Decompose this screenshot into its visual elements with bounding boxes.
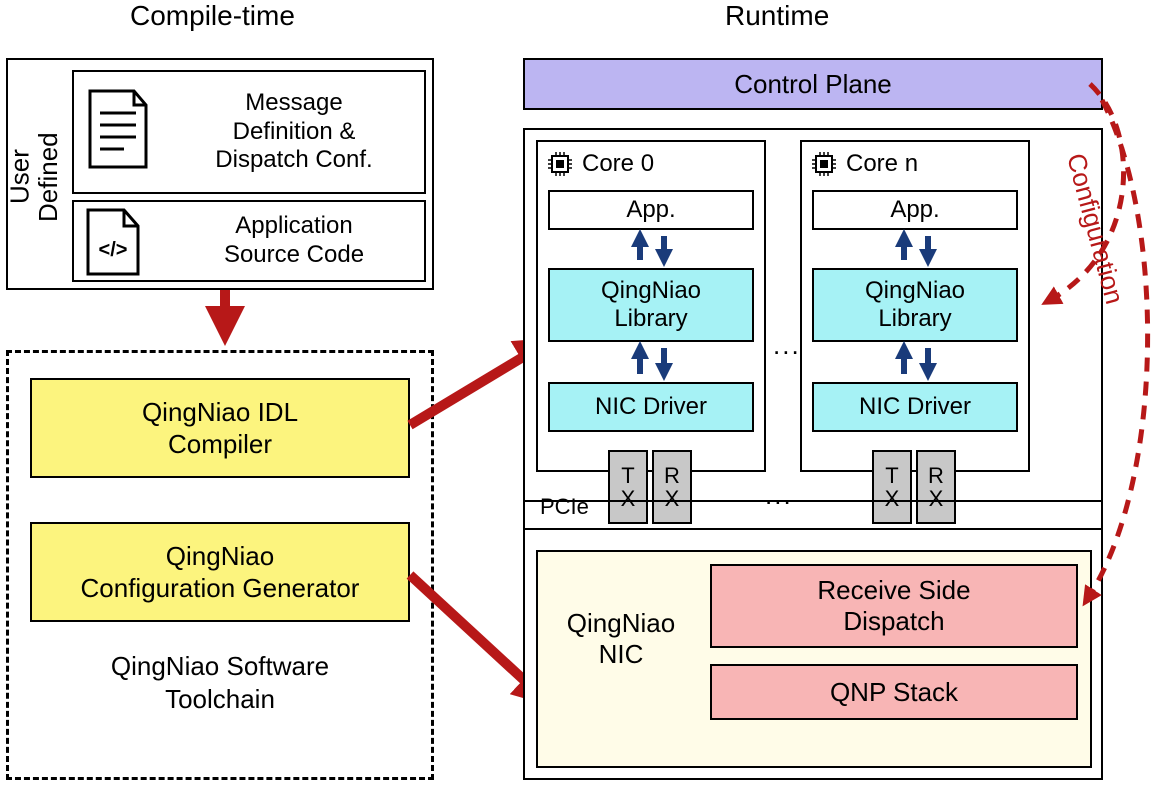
user-defined-label: User Defined [14, 92, 54, 262]
nic-label: QingNiao NIC [546, 608, 696, 670]
core0-rx-box: R X [652, 450, 692, 524]
control-plane-box: Control Plane [523, 58, 1103, 110]
message-definition-label: Message Definition & Dispatch Conf. [164, 89, 424, 175]
coren-app-box: App. [812, 190, 1018, 230]
config-gen-box: QingNiao Configuration Generator [30, 522, 410, 622]
coren-label: Core n [846, 150, 918, 178]
core-ellipsis: ... [773, 330, 801, 361]
core0-library-box: QingNiao Library [548, 268, 754, 342]
core0-library-driver-arrows [620, 342, 690, 386]
pcie-bus-line-top [525, 500, 1101, 502]
coren-nic-driver-box: NIC Driver [812, 382, 1018, 432]
receive-side-dispatch-box: Receive Side Dispatch [710, 564, 1078, 648]
message-definition-box: Message Definition & Dispatch Conf. [72, 70, 426, 194]
core0-nic-driver-box: NIC Driver [548, 382, 754, 432]
coren-chip-icon [810, 150, 838, 185]
qnp-stack-box: QNP Stack [710, 664, 1078, 720]
toolchain-label: QingNiao Software Toolchain [40, 650, 400, 715]
code-file-icon: </> [84, 206, 144, 278]
coren-tx-box: T X [872, 450, 912, 524]
core0-tx-box: T X [608, 450, 648, 524]
core0-chip-icon [546, 150, 574, 185]
txrx-ellipsis: ... [765, 480, 793, 511]
runtime-heading: Runtime [725, 0, 829, 32]
document-icon [84, 87, 154, 173]
core0-app-library-arrows [620, 230, 690, 272]
app-source-box: </> Application Source Code [72, 200, 426, 282]
compile-time-heading: Compile-time [130, 0, 295, 32]
arrow-userdef-to-toolchain [210, 290, 240, 350]
core0-label: Core 0 [582, 150, 654, 178]
core0-app-box: App. [548, 190, 754, 230]
pcie-label: PCIe [540, 494, 589, 520]
idl-compiler-box: QingNiao IDL Compiler [30, 378, 410, 478]
coren-library-box: QingNiao Library [812, 268, 1018, 342]
svg-text:</>: </> [99, 239, 128, 261]
app-source-label: Application Source Code [164, 212, 424, 270]
coren-rx-box: R X [916, 450, 956, 524]
coren-library-driver-arrows [884, 342, 954, 386]
coren-app-library-arrows [884, 230, 954, 272]
pcie-bus-line-bot [525, 528, 1101, 530]
